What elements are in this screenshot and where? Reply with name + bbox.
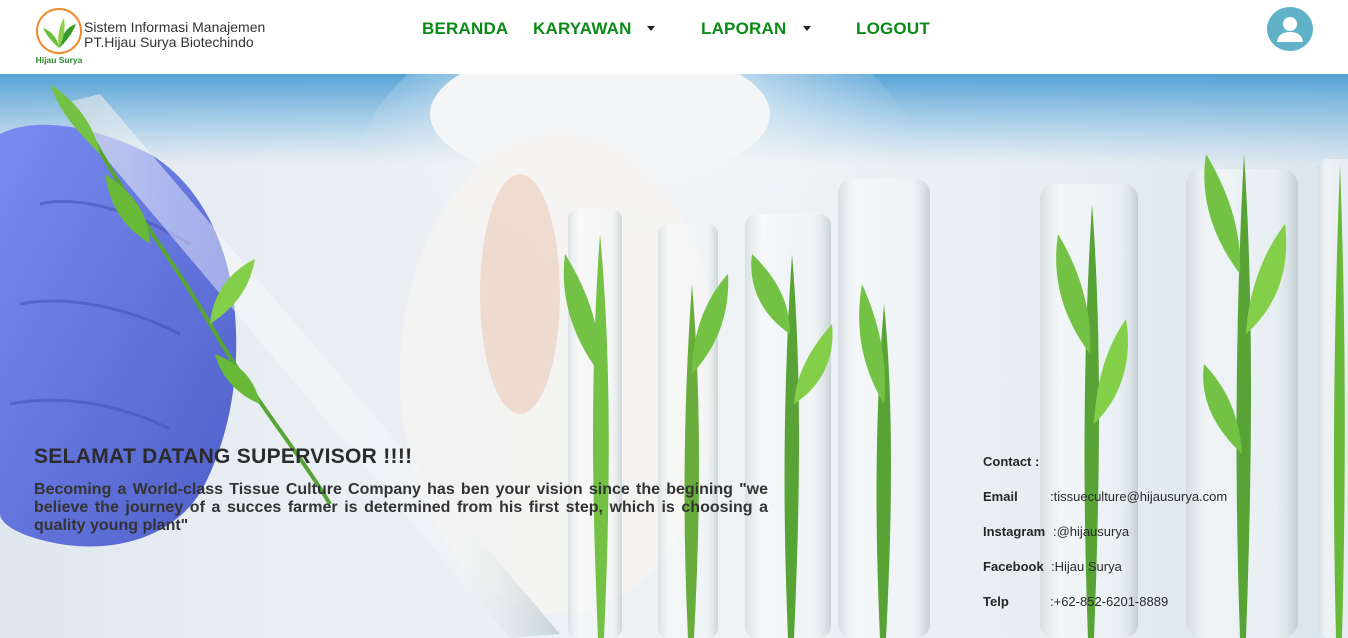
email-label: Email [983, 489, 1018, 504]
user-avatar-icon[interactable] [1267, 7, 1313, 51]
facebook-value[interactable]: :Hijau Surya [1051, 559, 1122, 574]
top-navbar: Hijau Surya Sistem Informasi Manajemen P… [0, 0, 1348, 74]
nav-karyawan[interactable]: KARYAWAN [533, 19, 632, 39]
contact-heading: Contact : [983, 454, 1040, 469]
brand-line-2: PT.Hijau Surya Biotechindo [84, 34, 254, 50]
nav-laporan[interactable]: LAPORAN [701, 19, 786, 39]
nav-beranda[interactable]: BERANDA [422, 19, 508, 39]
laporan-dropdown-caret-icon[interactable] [803, 26, 811, 31]
phone-label: Telp [983, 594, 1009, 609]
logo-text: Hijau Surya [36, 55, 83, 65]
nav-logout[interactable]: LOGOUT [856, 19, 930, 39]
instagram-value[interactable]: :@hijausurya [1053, 524, 1129, 539]
brand-line-1: Sistem Informasi Manajemen [84, 19, 266, 35]
instagram-label: Instagram [983, 524, 1046, 539]
email-value[interactable]: :tissueculture@hijausurya.com [1050, 489, 1227, 504]
welcome-heading: SELAMAT DATANG SUPERVISOR !!!! [34, 445, 413, 468]
hero-banner: SELAMAT DATANG SUPERVISOR !!!! Becoming … [0, 74, 1348, 638]
brand-title: Sistem Informasi Manajemen PT.Hijau Sury… [84, 20, 265, 50]
phone-value: :+62-852-6201-8889 [1050, 594, 1169, 609]
karyawan-dropdown-caret-icon[interactable] [647, 26, 655, 31]
facebook-label: Facebook [983, 559, 1044, 574]
company-logo[interactable]: Hijau Surya [34, 8, 84, 66]
welcome-description: Becoming a World-class Tissue Culture Co… [34, 481, 768, 534]
hero-background-image [0, 74, 1348, 638]
